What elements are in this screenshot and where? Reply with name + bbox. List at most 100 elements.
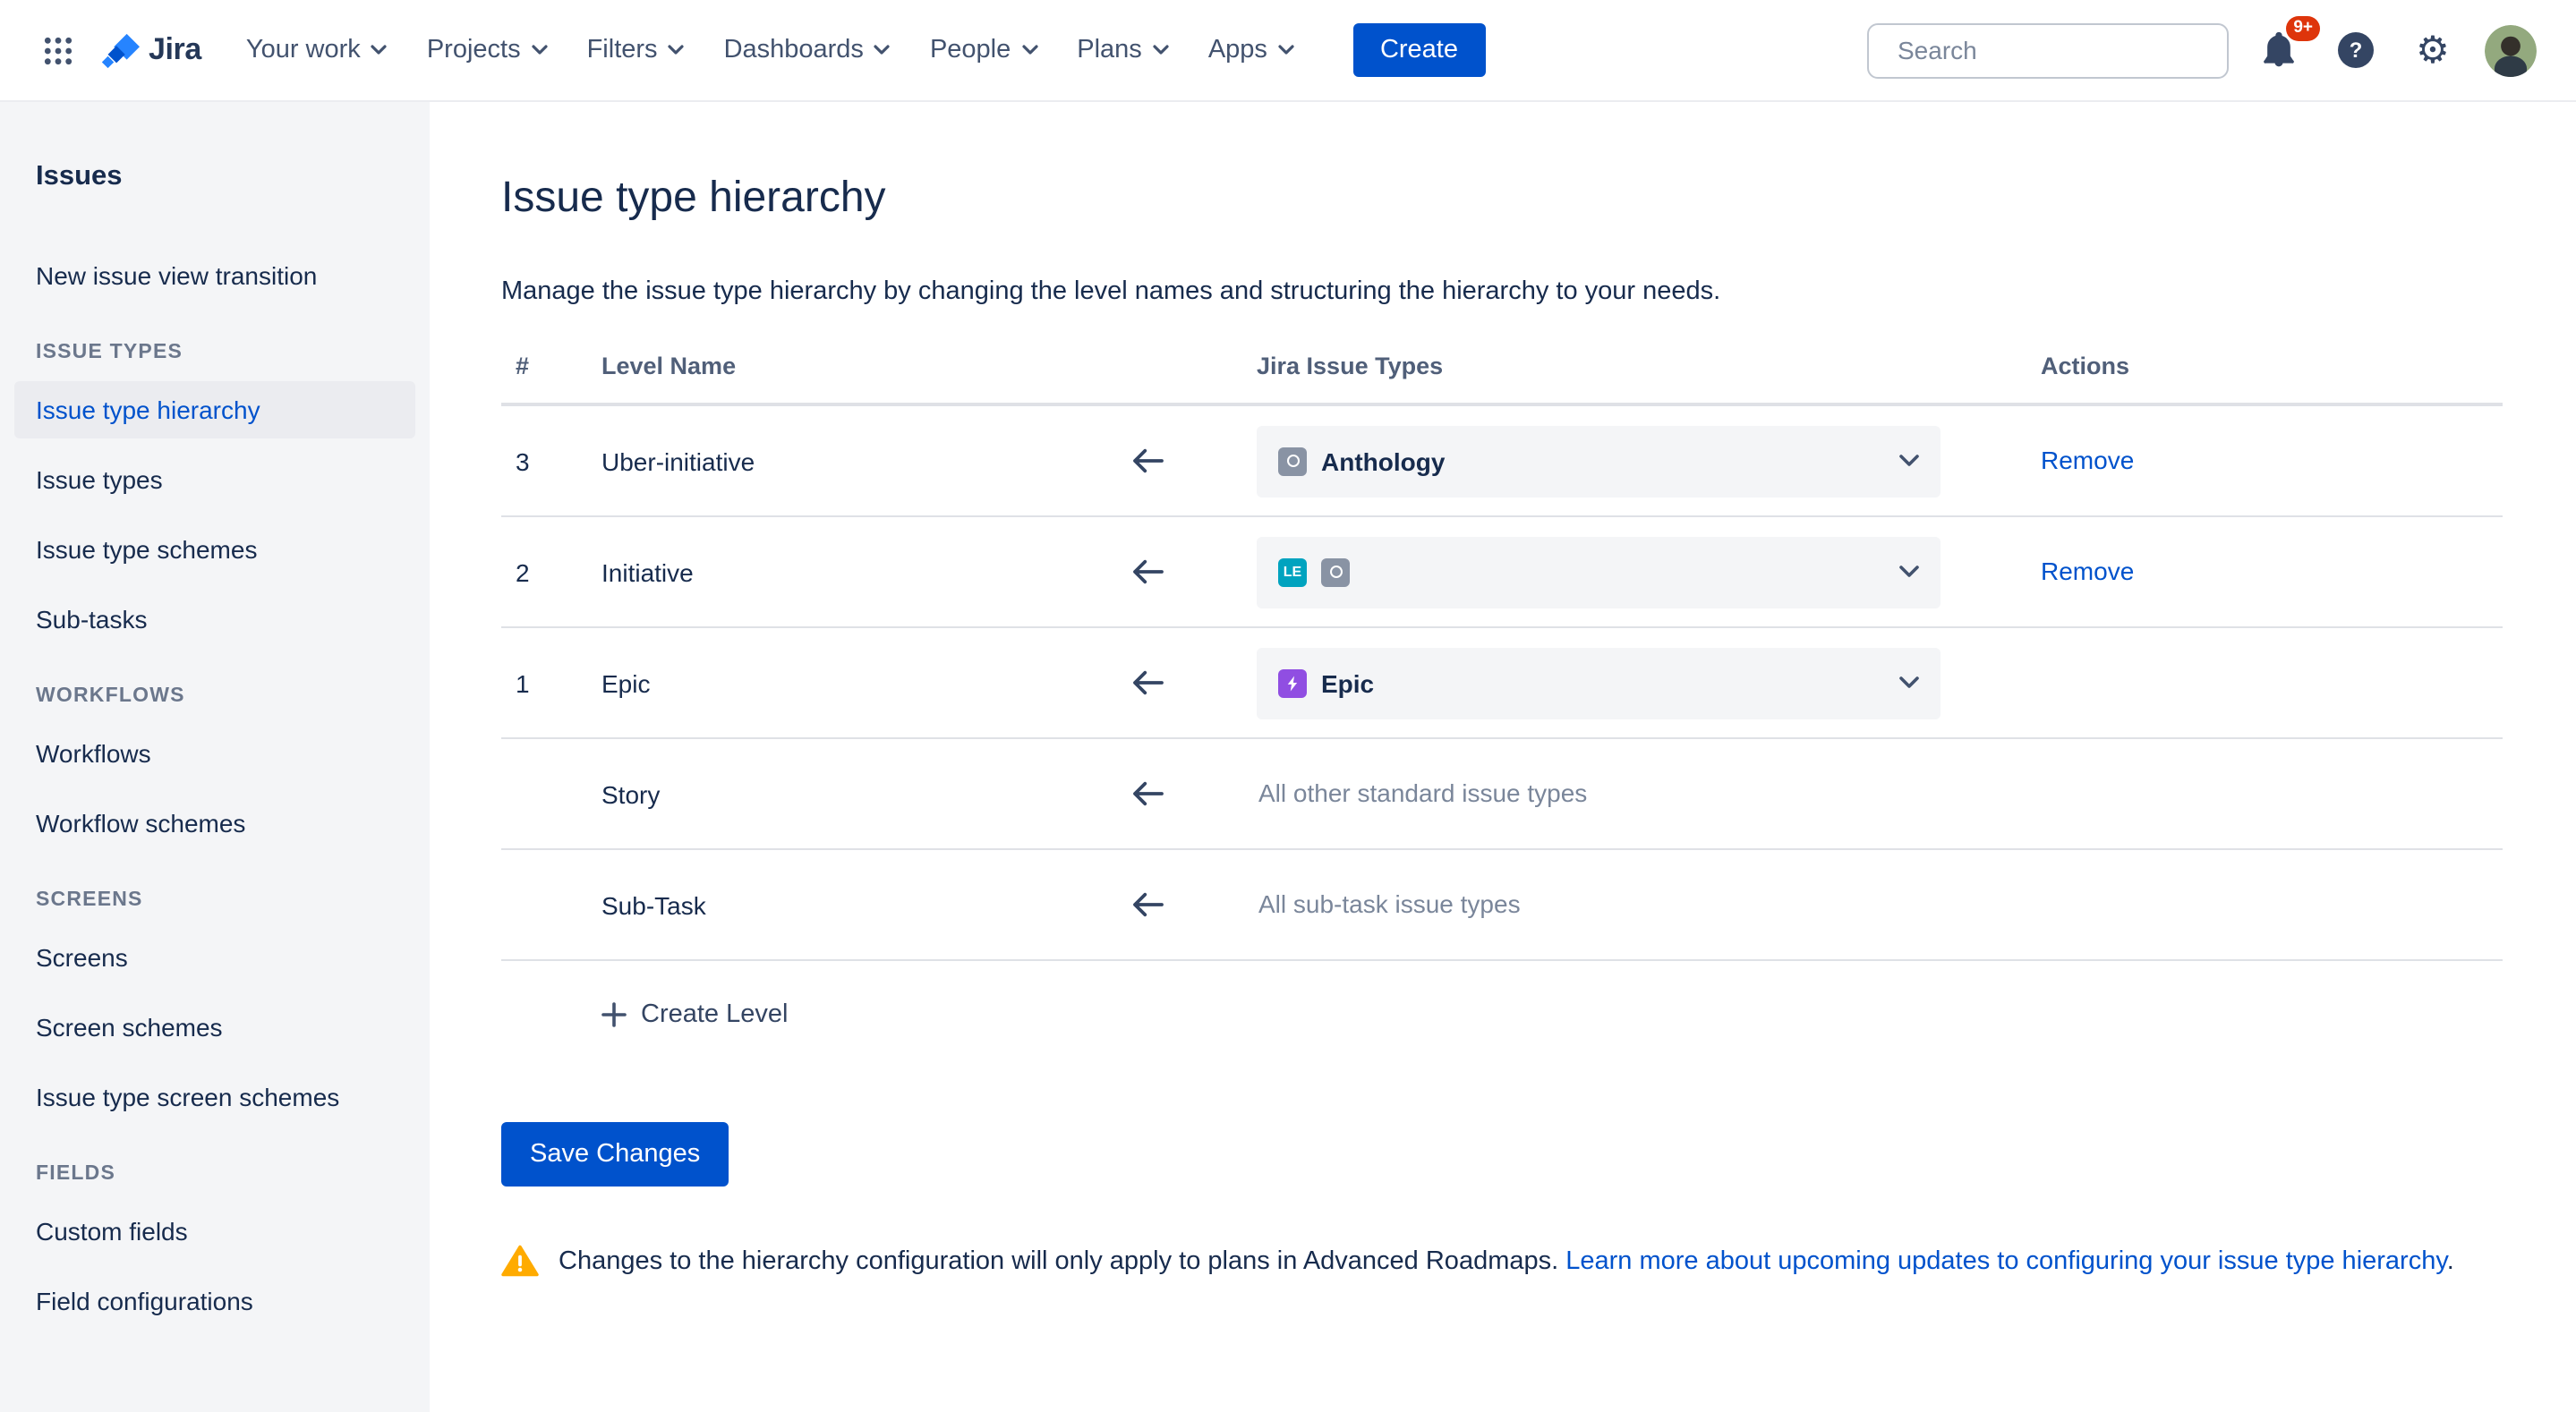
level-number: 3 bbox=[501, 447, 601, 475]
nav-apps[interactable]: Apps bbox=[1189, 21, 1314, 79]
issue-types-select[interactable]: Anthology bbox=[1257, 425, 1941, 497]
profile-button[interactable] bbox=[2483, 23, 2537, 77]
issue-types-select[interactable]: Epic bbox=[1257, 647, 1941, 719]
search-input[interactable] bbox=[1894, 34, 2225, 66]
nav-apps-label: Apps bbox=[1208, 36, 1267, 64]
issue-types-select[interactable]: LE bbox=[1257, 536, 1941, 608]
sidebar-item-workflows[interactable]: Workflows bbox=[14, 725, 415, 782]
column-header-number: # bbox=[501, 353, 601, 379]
table-header-row: # Level Name Jira Issue Types Actions bbox=[501, 353, 2503, 406]
create-level-label: Create Level bbox=[641, 1000, 788, 1029]
arrow-cell bbox=[1110, 780, 1257, 807]
content-shell: Issues New issue view transition ISSUE T… bbox=[0, 100, 2576, 1412]
level-name: Initiative bbox=[601, 557, 1110, 586]
actions-cell: Remove bbox=[2019, 556, 2503, 588]
sidebar-item-workflow-schemes[interactable]: Workflow schemes bbox=[14, 795, 415, 852]
save-changes-button[interactable]: Save Changes bbox=[501, 1122, 729, 1187]
jira-logo-text: Jira bbox=[149, 32, 201, 68]
issue-types-cell: Epic bbox=[1257, 647, 2019, 719]
remove-button[interactable]: Remove bbox=[2041, 556, 2134, 584]
nav-projects[interactable]: Projects bbox=[407, 21, 567, 79]
chevron-down-icon bbox=[1021, 45, 1037, 55]
level-name: Sub-Task bbox=[601, 890, 1110, 919]
sidebar-item-screens[interactable]: Screens bbox=[14, 929, 415, 986]
selected-issue-type-label: Anthology bbox=[1321, 447, 1445, 475]
jira-settings-page: Jira Your work Projects Filters Dashboar… bbox=[0, 0, 2576, 1412]
avatar-image bbox=[2484, 24, 2536, 76]
nav-plans-label: Plans bbox=[1077, 36, 1142, 64]
notification-badge: 9+ bbox=[2286, 16, 2320, 40]
create-level-button[interactable]: Create Level bbox=[601, 993, 788, 1036]
nav-your-work-label: Your work bbox=[246, 36, 361, 64]
sidebar-title: Issues bbox=[14, 161, 415, 193]
app-switcher-button[interactable] bbox=[32, 24, 84, 76]
sidebar-item-sub-tasks[interactable]: Sub-tasks bbox=[14, 591, 415, 648]
warning-suffix: . bbox=[2447, 1247, 2454, 1276]
issue-types-placeholder: All other standard issue types bbox=[1257, 778, 1587, 806]
sidebar-item-new-issue-view-transition[interactable]: New issue view transition bbox=[14, 247, 415, 304]
page-title: Issue type hierarchy bbox=[501, 172, 2503, 225]
issue-types-cell: Anthology bbox=[1257, 425, 2019, 497]
level-name: Epic bbox=[601, 668, 1110, 697]
anthology-issue-type-icon bbox=[1321, 557, 1350, 586]
chevron-down-icon bbox=[874, 45, 891, 55]
warning-icon bbox=[501, 1244, 539, 1278]
selected-issue-type-label: Epic bbox=[1321, 668, 1374, 697]
avatar bbox=[2484, 24, 2536, 76]
chevron-down-icon bbox=[371, 45, 388, 55]
top-navigation: Jira Your work Projects Filters Dashboar… bbox=[0, 0, 2576, 100]
nav-your-work[interactable]: Your work bbox=[226, 21, 407, 79]
column-header-issue-types: Jira Issue Types bbox=[1257, 353, 2019, 379]
arrow-left-icon bbox=[1131, 447, 1165, 474]
sidebar-item-custom-fields[interactable]: Custom fields bbox=[14, 1203, 415, 1260]
topnav-right-cluster: 9+ ? ⚙ bbox=[1867, 22, 2537, 78]
sidebar-item-issue-type-schemes[interactable]: Issue type schemes bbox=[14, 521, 415, 578]
learn-more-link[interactable]: Learn more about upcoming updates to con… bbox=[1565, 1247, 2446, 1276]
arrow-left-icon bbox=[1131, 558, 1165, 585]
remove-button[interactable]: Remove bbox=[2041, 445, 2134, 473]
search-box bbox=[1867, 22, 2229, 78]
arrow-cell bbox=[1110, 558, 1257, 585]
app-grid-icon bbox=[43, 35, 73, 65]
create-button[interactable]: Create bbox=[1353, 23, 1485, 77]
sidebar-item-issue-type-hierarchy[interactable]: Issue type hierarchy bbox=[14, 381, 415, 438]
main-content: Issue type hierarchy Manage the issue ty… bbox=[430, 100, 2576, 1412]
level-name: Uber-initiative bbox=[601, 447, 1110, 475]
sidebar-item-field-configurations[interactable]: Field configurations bbox=[14, 1272, 415, 1330]
nav-people[interactable]: People bbox=[910, 21, 1057, 79]
issue-types-placeholder: All sub-task issue types bbox=[1257, 889, 1521, 917]
nav-dashboards[interactable]: Dashboards bbox=[704, 21, 910, 79]
table-row: 1 Epic Epic bbox=[501, 628, 2503, 739]
notifications-button[interactable]: 9+ bbox=[2252, 23, 2306, 77]
warning-banner: Changes to the hierarchy configuration w… bbox=[501, 1244, 2503, 1280]
arrow-left-icon bbox=[1131, 891, 1165, 918]
arrow-cell bbox=[1110, 447, 1257, 474]
chevron-down-icon bbox=[1899, 455, 1919, 467]
table-row: Story All other standard issue types bbox=[501, 739, 2503, 850]
chevron-down-icon bbox=[669, 45, 685, 55]
settings-sidebar: Issues New issue view transition ISSUE T… bbox=[0, 100, 430, 1412]
settings-button[interactable]: ⚙ bbox=[2406, 23, 2460, 77]
sidebar-section-fields: FIELDS bbox=[14, 1163, 415, 1185]
arrow-left-icon bbox=[1131, 669, 1165, 696]
table-row: 3 Uber-initiative Anthology bbox=[501, 406, 2503, 517]
anthology-issue-type-icon bbox=[1278, 447, 1307, 475]
table-row: Sub-Task All sub-task issue types bbox=[501, 850, 2503, 961]
epic-issue-type-icon bbox=[1278, 668, 1307, 697]
sidebar-item-issue-types[interactable]: Issue types bbox=[14, 451, 415, 508]
issue-types-cell: All sub-task issue types bbox=[1257, 889, 2019, 921]
nav-plans[interactable]: Plans bbox=[1057, 21, 1189, 79]
chevron-down-icon bbox=[1899, 566, 1919, 578]
sidebar-item-screen-schemes[interactable]: Screen schemes bbox=[14, 999, 415, 1056]
jira-logo[interactable]: Jira bbox=[98, 30, 201, 71]
sidebar-section-workflows: WORKFLOWS bbox=[14, 685, 415, 707]
nav-projects-label: Projects bbox=[427, 36, 521, 64]
page-description: Manage the issue type hierarchy by chang… bbox=[501, 274, 2503, 310]
level-number: 2 bbox=[501, 557, 601, 586]
chevron-down-icon bbox=[1153, 45, 1169, 55]
help-button[interactable]: ? bbox=[2329, 23, 2383, 77]
warning-prefix: Changes to the hierarchy configuration w… bbox=[559, 1247, 1558, 1276]
sidebar-item-issue-type-screen-schemes[interactable]: Issue type screen schemes bbox=[14, 1068, 415, 1126]
nav-filters[interactable]: Filters bbox=[567, 21, 704, 79]
hierarchy-table: # Level Name Jira Issue Types Actions 3 … bbox=[501, 353, 2503, 961]
